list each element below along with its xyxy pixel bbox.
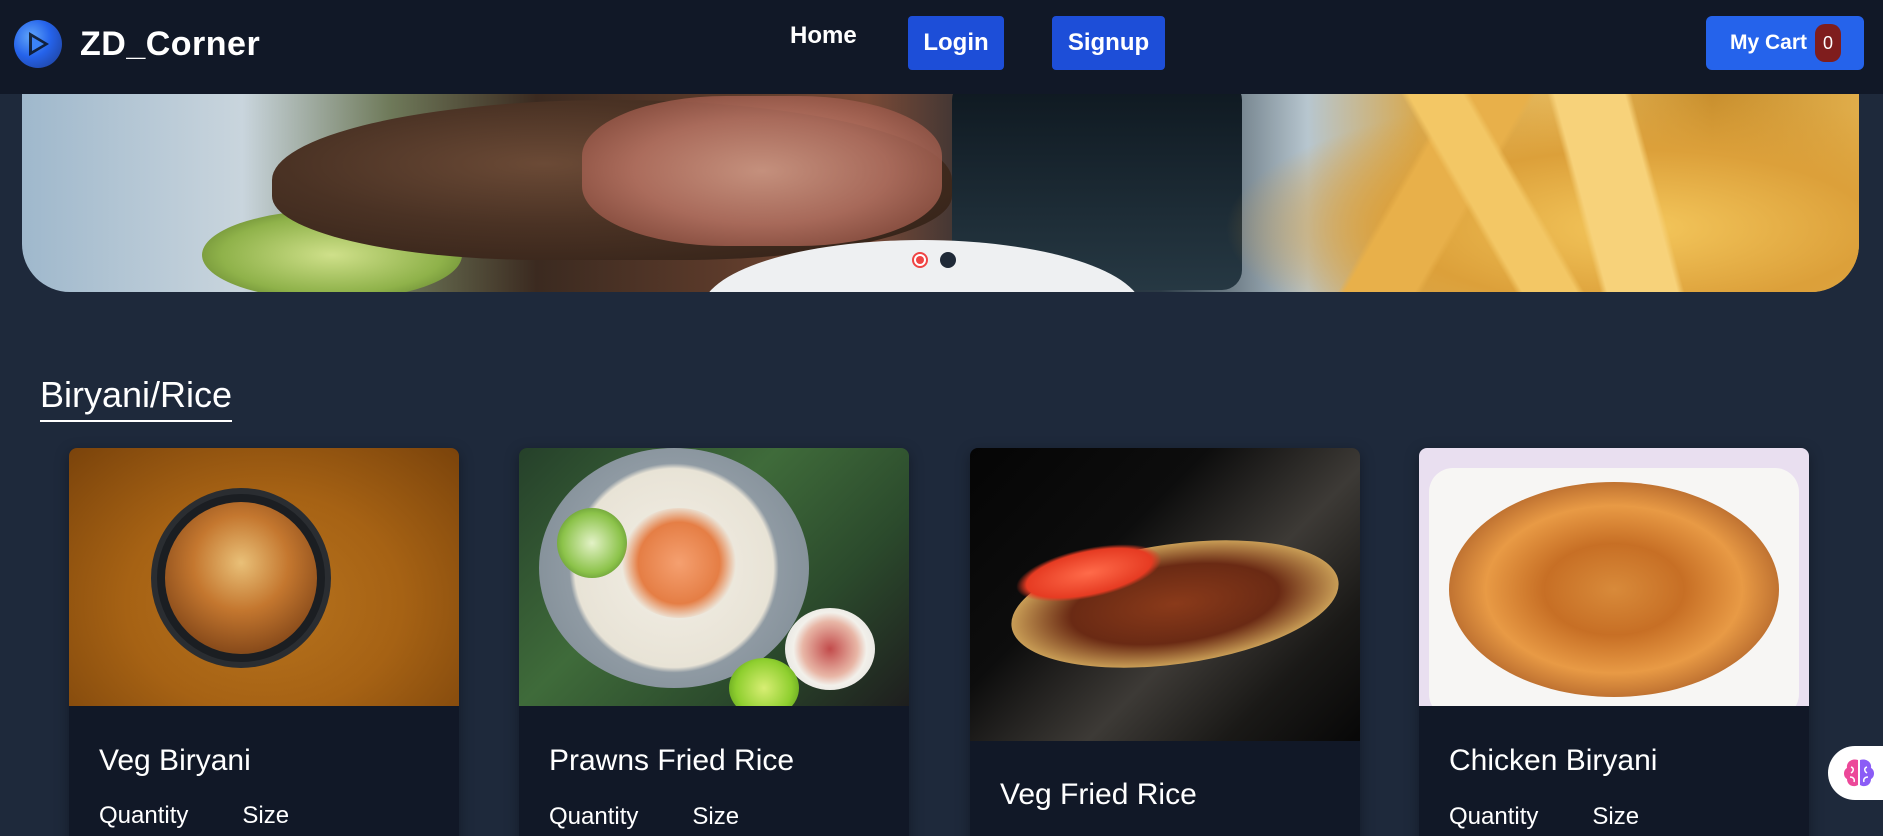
navbar: ZD_Corner Home Login Signup My Cart 0 bbox=[0, 0, 1883, 94]
product-options: Quantity Size bbox=[549, 803, 739, 831]
product-name: Veg Fried Rice bbox=[1000, 778, 1197, 811]
my-cart-button[interactable]: My Cart 0 bbox=[1706, 16, 1864, 70]
rice-shape bbox=[165, 502, 317, 654]
size-label: Size bbox=[242, 802, 290, 829]
product-name: Veg Biryani bbox=[99, 744, 251, 777]
carousel-image-bacon bbox=[582, 96, 942, 246]
cart-label: My Cart bbox=[1730, 31, 1808, 54]
carousel-indicators bbox=[912, 252, 956, 268]
product-card[interactable]: Chicken Biryani Quantity Size bbox=[1419, 448, 1809, 836]
quantity-label: Quantity bbox=[1449, 803, 1539, 830]
product-card[interactable]: Prawns Fried Rice Quantity Size bbox=[519, 448, 909, 836]
rice-shape bbox=[1449, 482, 1779, 697]
product-image bbox=[519, 448, 909, 706]
cucumber-shape bbox=[557, 508, 627, 578]
brain-helper-button[interactable] bbox=[1828, 746, 1883, 800]
brand[interactable]: ZD_Corner bbox=[14, 19, 260, 69]
product-image bbox=[970, 448, 1360, 741]
shrimp-shape bbox=[619, 508, 739, 618]
dish-shape bbox=[1003, 521, 1347, 687]
product-card[interactable]: Veg Biryani Quantity Size bbox=[69, 448, 459, 836]
product-image bbox=[1419, 448, 1809, 706]
size-label: Size bbox=[692, 803, 740, 830]
login-button[interactable]: Login bbox=[908, 16, 1004, 70]
quantity-label: Quantity bbox=[549, 803, 639, 830]
sauce-shape bbox=[785, 608, 875, 690]
quantity-label: Quantity bbox=[99, 802, 189, 829]
brand-logo-icon bbox=[14, 20, 62, 68]
product-card[interactable]: Veg Fried Rice bbox=[970, 448, 1360, 836]
cart-count-badge: 0 bbox=[1815, 24, 1842, 62]
signup-button[interactable]: Signup bbox=[1052, 16, 1165, 70]
carousel-image-fries bbox=[1222, 90, 1859, 292]
category-title: Biryani/Rice bbox=[40, 374, 233, 422]
brand-name: ZD_Corner bbox=[80, 24, 261, 63]
product-name: Chicken Biryani bbox=[1449, 744, 1658, 777]
product-name: Prawns Fried Rice bbox=[549, 744, 795, 777]
product-options: Quantity Size bbox=[99, 802, 289, 830]
product-options: Quantity Size bbox=[1449, 803, 1639, 831]
brain-icon bbox=[1844, 759, 1874, 787]
nav-home-link[interactable]: Home bbox=[790, 20, 857, 52]
product-image bbox=[69, 448, 459, 706]
carousel-dot-1[interactable] bbox=[912, 252, 928, 268]
carousel-dot-2[interactable] bbox=[940, 252, 956, 268]
size-label: Size bbox=[1592, 803, 1640, 830]
